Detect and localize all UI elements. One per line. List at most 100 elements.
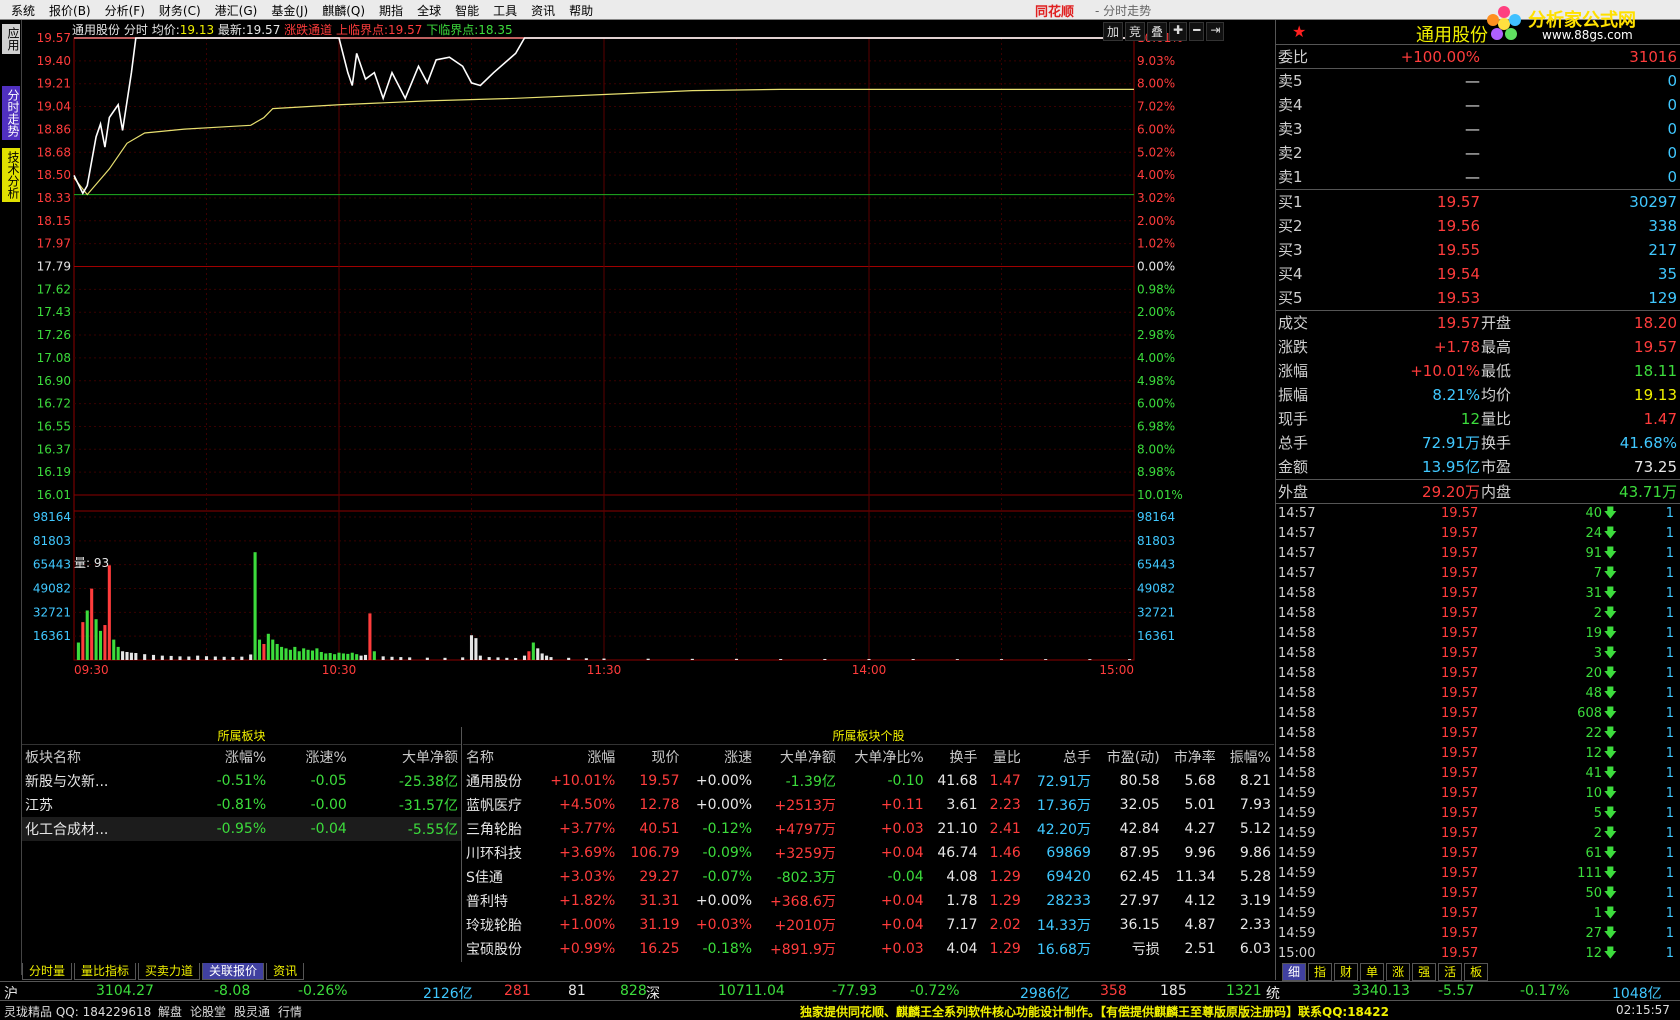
stocks-header-cell[interactable]: 现价	[618, 745, 682, 769]
stat-value: +10.01%	[1410, 362, 1480, 380]
app-button[interactable]: 应用	[2, 24, 20, 54]
menu-item-8[interactable]: 全球	[410, 2, 448, 19]
menu-item-5[interactable]: 基金(J)	[264, 2, 315, 19]
sector-header-cell[interactable]: 板块名称	[22, 745, 174, 769]
sector-row[interactable]: 化工合成材... -0.95% -0.04 -5.55亿	[22, 817, 461, 841]
menu-item-1[interactable]: 报价(B)	[42, 2, 98, 19]
stocks-header-cell[interactable]: 振幅%	[1219, 745, 1274, 769]
stock-cell: +1.00%	[559, 917, 616, 933]
stocks-header-cell[interactable]: 市盈(动)	[1094, 745, 1163, 769]
right-tab-4[interactable]: 涨	[1386, 963, 1411, 981]
volume-tick-label-right: 16361	[1137, 629, 1175, 643]
right-tab-0[interactable]: 细	[1282, 963, 1307, 981]
menu-item-2[interactable]: 分析(F)	[98, 2, 152, 19]
menu-item-3[interactable]: 财务(C)	[152, 2, 208, 19]
time-tick-label: 11:30	[587, 663, 622, 677]
menu-item-0[interactable]: 系统	[4, 2, 42, 19]
sector-header-cell[interactable]: 涨幅%	[174, 745, 269, 769]
stock-row[interactable]: 川环科技 +3.69% 106.79 -0.09% +3259万 +0.04 46.74 1.…	[463, 841, 1274, 865]
down-arrow-icon: 🡇	[1603, 926, 1617, 941]
stocks-header-cell[interactable]: 市净率	[1163, 745, 1219, 769]
volume-bar	[425, 657, 429, 660]
volume-bar	[584, 658, 588, 660]
right-tab-2[interactable]: 财	[1334, 963, 1359, 981]
stock-cell: +0.04	[880, 893, 924, 909]
stat-label-2: 市盈	[1481, 458, 1512, 476]
bottom-tab-4[interactable]: 资讯	[266, 963, 305, 980]
stocks-header-cell[interactable]: 涨幅	[535, 745, 618, 769]
right-tab-5[interactable]: 强	[1412, 963, 1437, 981]
menu-item-10[interactable]: 工具	[486, 2, 524, 19]
fenshi-tab[interactable]: 分时走势	[2, 86, 20, 140]
sector-row[interactable]: 新股与次新... -0.51% -0.05 -25.38亿	[22, 769, 461, 793]
menu-item-12[interactable]: 帮助	[562, 2, 600, 19]
chart-tool-button-5[interactable]: ⇥	[1206, 22, 1225, 41]
stocks-header-cell[interactable]: 大单净额	[755, 745, 839, 769]
bottom-tab-3[interactable]: 关联报价	[202, 963, 265, 980]
stocks-header-cell[interactable]: 量比	[980, 745, 1023, 769]
sector-header-cell[interactable]: 涨速%	[269, 745, 350, 769]
stat-value: +1.78	[1434, 338, 1480, 356]
stock-row[interactable]: 通用股份 +10.01% 19.57 +0.00% -1.39亿 -0.10 41.68 1.…	[463, 769, 1274, 793]
stat-value: 13.95亿	[1422, 458, 1480, 476]
stocks-header-cell[interactable]: 换手	[927, 745, 981, 769]
chart-tool-button-2[interactable]: 叠	[1147, 22, 1168, 41]
sector-header-cell[interactable]: 大单净额	[350, 745, 461, 769]
weibi-label: 委比	[1278, 48, 1309, 66]
stock-row[interactable]: 蓝帆医疗 +4.50% 12.78 +0.00% +2513万 +0.11 3.61 2.23…	[463, 793, 1274, 817]
menu-item-9[interactable]: 智能	[448, 2, 486, 19]
tick-count: 1	[1665, 686, 1674, 701]
footer-link-0[interactable]: 解盘	[158, 1005, 182, 1019]
volume-bar	[121, 651, 125, 660]
stock-cell: 7.93	[1239, 797, 1271, 813]
tick-row: 14:58 19.57 22 🡇 1	[1276, 724, 1680, 744]
menu-item-6[interactable]: 麒麟(Q)	[315, 2, 372, 19]
stocks-header-cell[interactable]: 涨速	[682, 745, 755, 769]
tick-list[interactable]: 14:57 19.57 40 🡇 1 14:57 19.57 24 🡇 1 14:57 19.57 91…	[1276, 503, 1680, 964]
volume-bar	[474, 638, 478, 660]
right-tab-1[interactable]: 指	[1308, 963, 1333, 981]
sector-row[interactable]: 江苏 -0.81% -0.00 -31.57亿	[22, 793, 461, 817]
jishu-tab[interactable]: 技术分析	[2, 148, 20, 202]
menu-bar: 系统 报价(B) 分析(F) 财务(C) 港汇(G) 基金(J) 麒麟(Q) 期指 全球 智能 工具…	[0, 0, 1680, 20]
chart-tool-button-0[interactable]: 加	[1103, 22, 1124, 41]
pct-tick-label: 0.00%	[1137, 260, 1175, 274]
stocks-header-cell[interactable]: 大单净比%	[839, 745, 927, 769]
intraday-chart[interactable]: 19.57 10.01% 19.40 9.03% 19.21 8.00% 19.04 7.02…	[22, 20, 1274, 725]
stocks-header-cell[interactable]: 名称	[463, 745, 535, 769]
right-tab-6[interactable]: 活	[1438, 963, 1463, 981]
volume-bar	[1044, 659, 1048, 660]
bottom-tab-2[interactable]: 买卖力道	[138, 963, 201, 980]
down-arrow-icon: 🡇	[1603, 946, 1617, 961]
stock-cell: 46.74	[937, 845, 978, 861]
down-arrow-icon: 🡇	[1603, 546, 1617, 561]
order-row: 卖5 — 0	[1276, 69, 1680, 93]
chart-svg[interactable]: 19.57 10.01% 19.40 9.03% 19.21 8.00% 19.04 7.02…	[22, 20, 1274, 725]
stock-row[interactable]: 玲珑轮胎 +1.00% 31.19 +0.03% +2010万 +0.04 7.17 2.02…	[463, 913, 1274, 937]
menu-item-4[interactable]: 港汇(G)	[208, 2, 265, 19]
stocks-header-cell[interactable]: 总手	[1024, 745, 1094, 769]
down-arrow-icon: 🡇	[1603, 566, 1617, 581]
bottom-tab-0[interactable]: 分时量	[22, 963, 73, 980]
volume-tick-label: 81803	[33, 534, 71, 548]
footer-link-2[interactable]: 股灵通	[234, 1005, 270, 1019]
favorite-star-icon[interactable]: ★	[1292, 22, 1306, 41]
pct-tick-label: 6.00%	[1137, 397, 1175, 411]
footer-link-1[interactable]: 论股堂	[190, 1005, 226, 1019]
menu-item-7[interactable]: 期指	[372, 2, 410, 19]
chart-tool-button-4[interactable]: ━	[1189, 22, 1205, 41]
chart-tool-button-1[interactable]: 竞	[1125, 22, 1146, 41]
right-tab-7[interactable]: 板	[1464, 963, 1489, 981]
chart-tool-button-3[interactable]: ✚	[1169, 22, 1188, 41]
stock-row[interactable]: S佳通 +3.03% 29.27 -0.07% -802.3万 -0.04 4.08 1.29…	[463, 865, 1274, 889]
stock-row[interactable]: 三角轮胎 +3.77% 40.51 -0.12% +4797万 +0.03 21.10 2.4…	[463, 817, 1274, 841]
outer-inner-row: 外盘 29.20万 内盘 43.71万	[1276, 479, 1680, 503]
bottom-tab-1[interactable]: 量比指标	[74, 963, 137, 980]
right-tab-3[interactable]: 单	[1360, 963, 1385, 981]
menu-item-11[interactable]: 资讯	[524, 2, 562, 19]
stock-row[interactable]: 普利特 +1.82% 31.31 +0.00% +368.6万 +0.04 1.78 1.29…	[463, 889, 1274, 913]
stock-row[interactable]: 宝硕股份 +0.99% 16.25 -0.18% +891.9万 +0.03 4.04 1.2…	[463, 937, 1274, 961]
footer-link-3[interactable]: 行情	[278, 1005, 302, 1019]
tick-count: 1	[1665, 806, 1674, 821]
stock-cell: +0.03	[880, 941, 924, 957]
